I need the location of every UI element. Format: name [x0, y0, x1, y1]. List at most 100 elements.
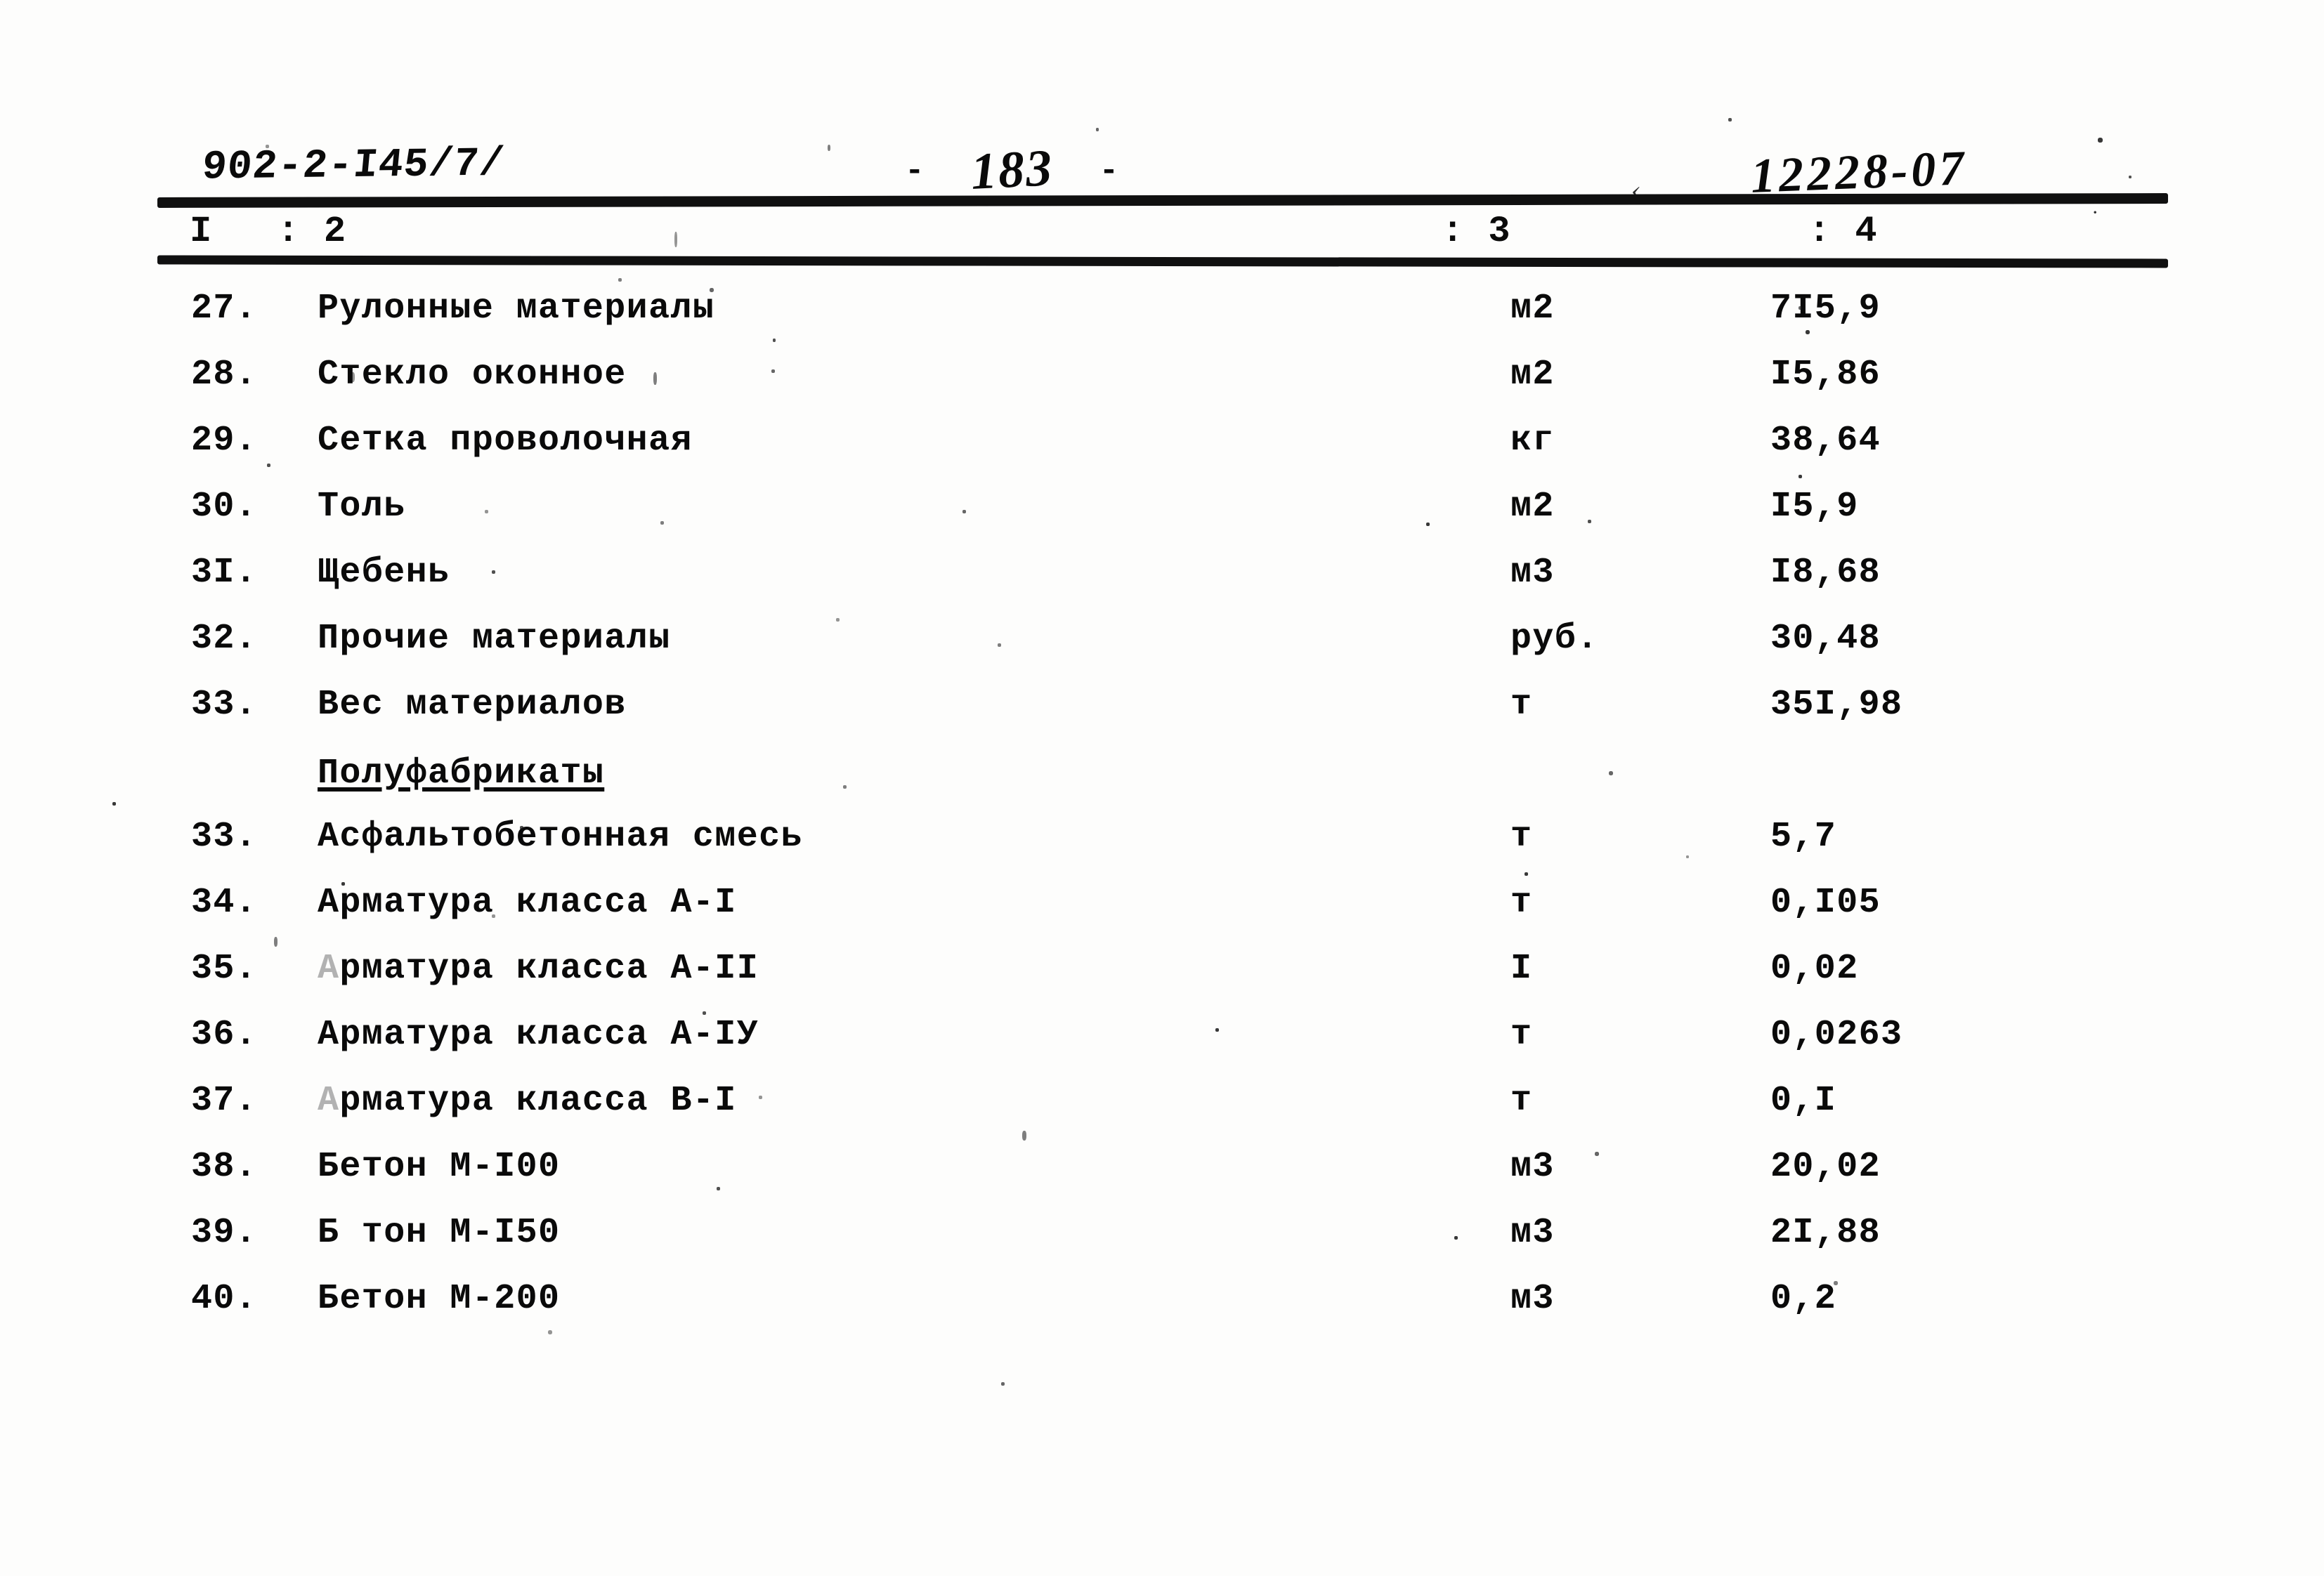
- table-row: 37. Арматура класса В-I т 0,I: [0, 1076, 2324, 1127]
- row-material-name: Рулонные материалы: [318, 289, 715, 329]
- scan-speck: [1595, 1152, 1599, 1156]
- scan-speck: [836, 618, 840, 622]
- row-value: I5,9: [1770, 487, 1859, 527]
- scan-speck: [1799, 475, 1802, 478]
- scan-speck: [1609, 771, 1613, 775]
- scan-speck: [1799, 306, 1802, 310]
- page-number: 183: [969, 138, 1055, 202]
- row-unit: I: [1510, 949, 1533, 989]
- row-unit: т: [1510, 1015, 1533, 1055]
- scan-speck: [2129, 176, 2132, 178]
- row-material-name: Асфальтобетонная смесь: [318, 817, 803, 857]
- row-number: 37.: [191, 1081, 258, 1121]
- table-top-rule: [157, 193, 2169, 208]
- row-number: 35.: [191, 949, 258, 989]
- column-header-3: : 3: [1442, 211, 1512, 252]
- row-value: 20,02: [1770, 1147, 1881, 1187]
- row-value: 30,48: [1770, 619, 1881, 659]
- scan-speck: [1728, 118, 1732, 122]
- scan-speck: [771, 369, 775, 373]
- scan-speck: [1215, 1028, 1219, 1032]
- scan-speck: [274, 937, 278, 947]
- row-unit: м2: [1510, 355, 1555, 395]
- row-unit: м2: [1510, 487, 1555, 527]
- scan-speck: [998, 643, 1001, 647]
- scan-speck: [962, 510, 966, 513]
- page-number-group: - 183 -: [905, 138, 1119, 202]
- scan-speck: [1454, 1236, 1458, 1240]
- row-number: 28.: [191, 355, 258, 395]
- table-row: 35. Арматура класса А-II I 0,02: [0, 944, 2324, 994]
- row-material-name: Арматура класса А-II: [318, 949, 759, 989]
- row-number: 40.: [191, 1279, 258, 1319]
- table-row: 30. Толь м2 I5,9: [0, 482, 2324, 532]
- row-number: 33.: [191, 685, 258, 725]
- row-number: 32.: [191, 619, 258, 659]
- row-material-name: Арматура класса А-IУ: [318, 1015, 759, 1055]
- row-value: 2I,88: [1770, 1213, 1881, 1253]
- column-header-2-label: : 2: [277, 211, 348, 252]
- row-material-name: Толь: [318, 487, 406, 527]
- column-header-1-label: I: [190, 211, 214, 252]
- row-value: I5,86: [1770, 355, 1881, 395]
- document-code: 902-2-I45/7/: [200, 141, 507, 191]
- row-unit: кг: [1510, 421, 1555, 461]
- row-material-name: Сетка проволочная: [318, 421, 693, 461]
- row-unit: м3: [1510, 1279, 1555, 1319]
- row-value: I8,68: [1770, 553, 1881, 593]
- row-material-name: Щебень: [318, 553, 450, 593]
- row-unit: м2: [1510, 289, 1555, 329]
- scan-speck: [717, 1187, 720, 1190]
- row-number: 33.: [191, 817, 258, 857]
- scan-speck: [1022, 1131, 1026, 1141]
- scan-speck: [773, 339, 776, 342]
- scan-speck: [112, 802, 116, 806]
- row-value: 0,2: [1770, 1279, 1837, 1319]
- scan-speck: [653, 372, 657, 385]
- row-number: 39.: [191, 1213, 258, 1253]
- row-unit: т: [1510, 883, 1533, 923]
- table-row: 34. Арматура класса А-I т 0,I05: [0, 878, 2324, 928]
- ink-mark-right: ·: [2092, 201, 2098, 224]
- table-row: 39. Б тон М-I50 м3 2I,88: [0, 1208, 2324, 1259]
- worn-glyph: А: [318, 949, 340, 989]
- row-number: 3I.: [191, 553, 258, 593]
- column-header-1: I : 2: [190, 211, 347, 252]
- row-material-name: Прочие материалы: [318, 619, 671, 659]
- row-value: 35I,98: [1770, 685, 1903, 725]
- row-value: 38,64: [1770, 421, 1881, 461]
- row-value: 0,0263: [1770, 1015, 1903, 1055]
- row-unit: т: [1510, 1081, 1533, 1121]
- row-value: 0,02: [1770, 949, 1859, 989]
- row-material-name: Арматура класса В-I: [318, 1081, 737, 1121]
- scan-speck: [660, 521, 664, 525]
- row-material-name: Бетон М-I00: [318, 1147, 561, 1187]
- row-number: 36.: [191, 1015, 258, 1055]
- scan-speck: [351, 372, 355, 382]
- scan-speck: [618, 278, 622, 282]
- table-row: 36. Арматура класса А-IУ т 0,0263: [0, 1010, 2324, 1060]
- scan-speck: [1426, 523, 1430, 526]
- page-dash-left: -: [905, 153, 925, 190]
- table-subheading: Полуфабрикаты: [318, 754, 605, 794]
- row-unit: м3: [1510, 553, 1555, 593]
- table-row: 3I. Щебень м3 I8,68: [0, 548, 2324, 598]
- row-material-name: Стекло оконное: [318, 355, 627, 395]
- page-header: 902-2-I45/7/ - 183 - 12228-07 ‹ ·: [0, 67, 2324, 224]
- scan-speck: [1001, 1382, 1005, 1386]
- scan-speck: [341, 882, 345, 886]
- row-material-name: Арматура класса А-I: [318, 883, 737, 923]
- scan-speck: [2098, 138, 2103, 143]
- table-row: 29. Сетка проволочная кг 38,64: [0, 416, 2324, 466]
- scan-speck: [1834, 1281, 1838, 1285]
- table-header-rule: [157, 255, 2169, 268]
- page-dash-right: -: [1099, 153, 1119, 190]
- scan-speck: [520, 826, 523, 829]
- row-number: 29.: [191, 421, 258, 461]
- scan-speck: [266, 145, 269, 148]
- table-row: 40. Бетон М-200 м3 0,2: [0, 1274, 2324, 1325]
- row-material-name: Б тон М-I50: [318, 1213, 561, 1253]
- scan-speck: [674, 232, 677, 247]
- row-material-name: Бетон М-200: [318, 1279, 561, 1319]
- scan-speck: [1806, 330, 1810, 334]
